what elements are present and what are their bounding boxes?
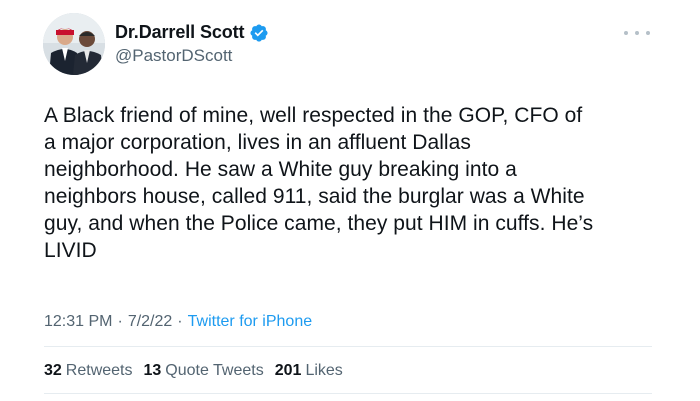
retweets-count: 32 [44, 362, 62, 379]
meta-separator: · [177, 313, 183, 330]
quote-tweets-label: Quote Tweets [165, 362, 264, 379]
divider [44, 346, 652, 347]
tweet-time[interactable]: 12:31 PM [44, 313, 112, 331]
quote-tweets-stat[interactable]: 13 Quote Tweets [144, 362, 264, 380]
tweet-stats: 32 Retweets 13 Quote Tweets 201 Likes [44, 362, 354, 380]
meta-separator: · [117, 313, 123, 330]
author-handle[interactable]: @PastorDScott [115, 46, 232, 66]
tweet-text: A Black friend of mine, well respected i… [44, 104, 594, 262]
retweets-label: Retweets [65, 362, 133, 379]
quote-tweets-count: 13 [143, 362, 162, 379]
likes-label: Likes [305, 362, 343, 379]
profile-photo-icon [43, 13, 105, 75]
likes-count: 201 [274, 362, 302, 379]
verified-badge-icon [249, 23, 269, 43]
retweets-stat[interactable]: 32 Retweets [44, 362, 133, 380]
author-name-row: Dr.Darrell Scott [115, 22, 269, 43]
author-display-name[interactable]: Dr.Darrell Scott [115, 22, 245, 43]
likes-stat[interactable]: 201 Likes [275, 362, 343, 380]
tweet-source-link[interactable]: Twitter for iPhone [188, 313, 313, 331]
tweet-date[interactable]: 7/2/22 [128, 313, 172, 331]
tweet-card: Dr.Darrell Scott @PastorDScott A Black f… [0, 0, 700, 401]
avatar[interactable] [43, 13, 105, 75]
more-options-icon[interactable] [624, 24, 650, 42]
divider [44, 393, 652, 394]
tweet-meta: 12:31 PM · 7/2/22 · Twitter for iPhone [44, 313, 312, 331]
